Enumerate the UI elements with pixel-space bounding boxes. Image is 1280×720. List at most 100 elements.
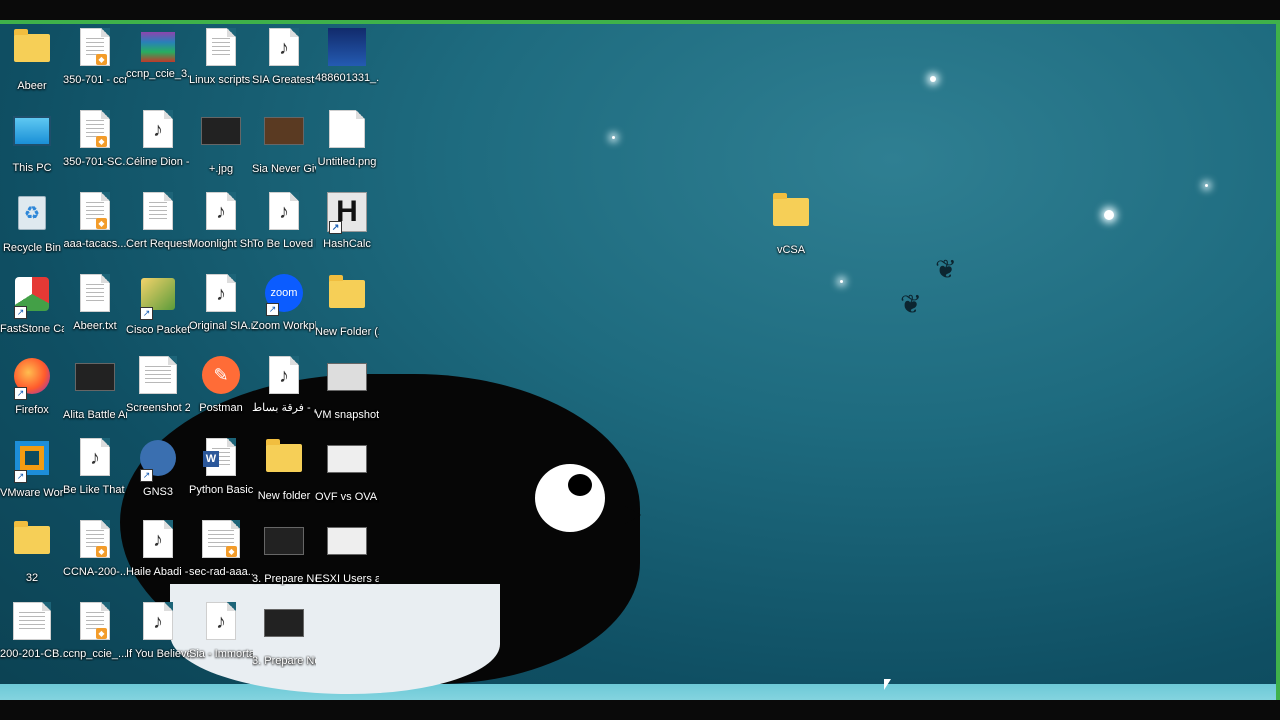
desktop-icon-zoom[interactable]: zoom↗ Zoom Workplace	[252, 274, 316, 333]
desktop-icon-music[interactable]: ♪ Moonlight Shadow.mp3	[189, 192, 253, 251]
desktop-icon-music[interactable]: ♪ Original SIA.mp3	[189, 274, 253, 333]
desktop-icon-pdf[interactable]: ◆ CCNA-200-...	[63, 520, 127, 579]
postman-icon: ✎	[202, 356, 240, 394]
star	[930, 76, 936, 82]
music-file-icon: ♪	[80, 438, 110, 476]
gns3-icon: ↗	[140, 440, 176, 482]
desktop-icon-video[interactable]: OVF vs OVA files.wmv	[315, 438, 379, 504]
star	[1205, 184, 1208, 187]
desktop-icon-image[interactable]: +.jpg	[189, 110, 253, 176]
desktop-icon-video[interactable]: ESXI Users and Role...	[315, 520, 379, 586]
image-thumbnail-icon	[328, 28, 366, 66]
desktop-icon-music[interactable]: ♪ Céline Dion - Treat Her Li...	[126, 110, 190, 169]
desktop-icon-packet-tracer[interactable]: ↗ Cisco Packet Tracer	[126, 274, 190, 337]
desktop-icon-pdf[interactable]: ◆ ccnp_ccie_...	[63, 602, 127, 661]
desktop-icon-pdf[interactable]: ◆ 350-701 - ccnp_ccie_...	[63, 28, 127, 87]
desktop-icon-txt[interactable]: Cert Request For FTD.txt	[126, 192, 190, 251]
desktop-icon-music[interactable]: ♪ If You Believe - Patch Cro...	[126, 602, 190, 661]
music-file-icon: ♪	[206, 602, 236, 640]
desktop-icon-txt[interactable]: Linux scripts on Cisco I...	[189, 28, 253, 87]
desktop-icon-video[interactable]: Sia Never Give Up #s...	[252, 110, 316, 176]
music-file-icon: ♪	[206, 274, 236, 312]
desktop-icon-music[interactable]: ♪ صندوق نحاس - فرقة بساط...	[252, 356, 316, 415]
star	[612, 136, 615, 139]
desktop-icon-faststone[interactable]: ↗ FastStone Capture	[0, 274, 64, 336]
pdf-icon: ◆	[80, 520, 110, 558]
desktop-icon-pdf[interactable]: 200-201-CB...	[0, 602, 64, 661]
star	[840, 280, 843, 283]
text-file-icon	[143, 192, 173, 230]
desktop-icon-video[interactable]: 3. Prepare Networkin...	[252, 520, 316, 586]
desktop-icon-gns3[interactable]: ↗ GNS3	[126, 438, 190, 499]
desktop-icon-pdf[interactable]: ◆ 350-701-SC...	[63, 110, 127, 169]
desktop-icon-music[interactable]: ♪ Sia - Immortal ...	[189, 602, 253, 661]
hashcalc-icon: H ↗	[327, 192, 367, 234]
image-file-icon	[139, 356, 177, 394]
desktop-icon-txt[interactable]: Abeer.txt	[63, 274, 127, 333]
pdf-icon: ◆	[80, 28, 110, 66]
top-black-bar	[0, 0, 1280, 20]
music-file-icon: ♪	[269, 28, 299, 66]
desktop-icon-folder[interactable]: New Folder (2)	[315, 274, 379, 339]
text-file-icon	[206, 28, 236, 66]
pdf-icon: ◆	[202, 520, 240, 558]
desktop-icon-vmware[interactable]: ↗ VMware Workstati...	[0, 438, 64, 500]
desktop-icon-recycle-bin[interactable]: ♻ Recycle Bin	[0, 192, 64, 255]
video-thumbnail-icon	[264, 527, 304, 555]
video-thumbnail-icon	[327, 445, 367, 473]
video-thumbnail-icon	[264, 609, 304, 637]
monitor-icon	[13, 116, 51, 146]
desktop-icon-word[interactable]: W Python Basics.docx	[189, 438, 253, 497]
desktop-icon-postman[interactable]: ✎ Postman	[189, 356, 253, 415]
folder-icon	[329, 275, 365, 308]
desktop[interactable]: ❦ ❦ Abeer ◆ 350-701 - ccnp_ccie_... ccnp…	[0, 20, 1280, 700]
desktop-icon-pdf[interactable]: ◆ sec-rad-aaa...	[189, 520, 253, 579]
desktop-icon-abeer[interactable]: Abeer	[0, 28, 64, 93]
recycle-bin-icon: ♻	[18, 196, 46, 230]
desktop-icon-image[interactable]: 488601331_...	[315, 28, 379, 85]
wallpaper-ground	[0, 684, 1276, 700]
folder-icon	[773, 193, 809, 226]
folder-icon	[14, 521, 50, 554]
firefox-icon: ↗	[14, 358, 50, 400]
desktop-icon-music[interactable]: ♪ To Be Loved by You.mp3	[252, 192, 316, 251]
desktop-icon-video[interactable]: Alita Battle Angel In t...	[63, 356, 127, 422]
image-thumbnail-icon	[201, 117, 241, 145]
wallpaper-whale-pupil	[568, 474, 592, 496]
desktop-icon-folder[interactable]: New folder	[252, 438, 316, 503]
desktop-icon-music[interactable]: ♪ Be Like That (feat. Swae...	[63, 438, 127, 497]
desktop-icon-image[interactable]: Untitled.png	[315, 110, 379, 169]
vmware-icon: ↗	[14, 441, 49, 483]
wallpaper-whale-eye	[535, 464, 605, 532]
pdf-icon: ◆	[80, 110, 110, 148]
word-document-icon: W	[203, 438, 236, 476]
video-thumbnail-icon	[264, 117, 304, 145]
music-file-icon: ♪	[269, 356, 299, 394]
star	[1104, 210, 1114, 220]
user-folder-icon	[14, 29, 50, 62]
music-file-icon: ♪	[143, 110, 173, 148]
desktop-icon-video[interactable]: VM snapshot and VM file...	[315, 356, 379, 422]
desktop-icon-folder[interactable]: 32	[0, 520, 64, 585]
desktop-icon-this-pc[interactable]: This PC	[0, 110, 64, 175]
desktop-icon-music[interactable]: ♪ SIA Greatest Hits Full Al...	[252, 28, 316, 87]
desktop-icon-firefox[interactable]: ↗ Firefox	[0, 356, 64, 417]
desktop-icon-music[interactable]: ♪ Haile Abadi - BOYTOY (ly...	[126, 520, 190, 579]
desktop-icon-image[interactable]: Screenshot 2025-03-2...	[126, 356, 190, 415]
pdf-icon	[13, 602, 51, 640]
video-thumbnail-icon	[327, 363, 367, 391]
desktop-icon-vcsa-folder[interactable]: vCSA	[759, 192, 823, 257]
desktop-icon-pdf[interactable]: ◆ aaa-tacacs...	[63, 192, 127, 251]
desktop-icon-hashcalc[interactable]: H ↗ HashCalc	[315, 192, 379, 251]
music-file-icon: ♪	[269, 192, 299, 230]
pdf-icon: ◆	[80, 192, 110, 230]
desktop-icon-video[interactable]: 3. Prepare Networkin...	[252, 602, 316, 668]
desktop-icon-winrar[interactable]: ccnp_ccie_3...	[126, 28, 190, 81]
folder-icon	[266, 439, 302, 472]
music-file-icon: ♪	[143, 602, 173, 640]
winrar-icon	[141, 32, 175, 62]
video-thumbnail-icon	[75, 363, 115, 391]
image-file-icon	[329, 110, 365, 148]
faststone-capture-icon: ↗	[14, 277, 49, 319]
music-file-icon: ♪	[143, 520, 173, 558]
